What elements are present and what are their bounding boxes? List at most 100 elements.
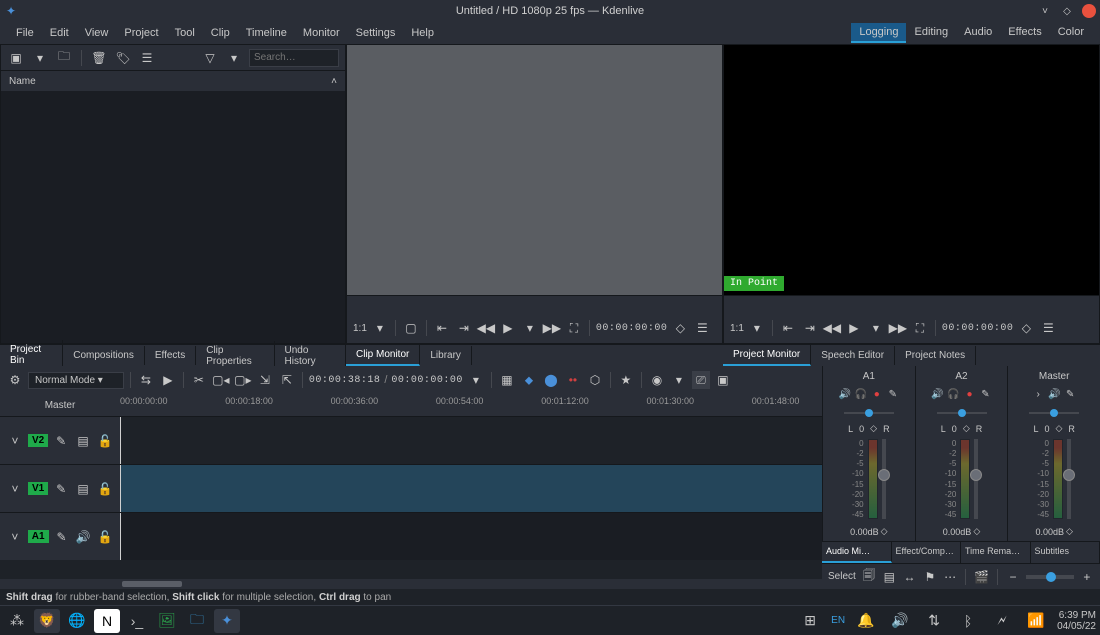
speaker-icon[interactable]: 🔊 bbox=[74, 528, 92, 546]
project-rewind-start-button[interactable]: ⇤ bbox=[779, 319, 797, 337]
solo-icon[interactable]: 🎧 bbox=[855, 388, 867, 400]
menu-timeline[interactable]: Timeline bbox=[238, 24, 295, 42]
mute-icon[interactable]: 🔊 bbox=[1048, 388, 1060, 400]
tray-language[interactable]: EN bbox=[831, 615, 845, 626]
favorite-button[interactable]: ★ bbox=[617, 371, 635, 389]
menu-settings[interactable]: Settings bbox=[348, 24, 404, 42]
clip-forward-end-button[interactable]: ⇥ bbox=[455, 319, 473, 337]
track-v2[interactable]: ˅ V2 ✎ ▤ 🔓 bbox=[0, 416, 822, 464]
menu-project[interactable]: Project bbox=[116, 24, 166, 42]
render-button[interactable]: 🎬 bbox=[974, 568, 989, 586]
insert-button[interactable]: ▢◂ bbox=[212, 371, 230, 389]
clip-monitor-ruler[interactable] bbox=[347, 295, 722, 313]
taskbar-brave-icon[interactable]: 🦁 bbox=[34, 609, 60, 633]
menu-file[interactable]: File bbox=[8, 24, 42, 42]
tab-subtitles[interactable]: Subtitles bbox=[1031, 542, 1100, 563]
mute-icon[interactable]: 🔊 bbox=[932, 388, 944, 400]
tray-volume-icon[interactable]: 🔊 bbox=[887, 609, 913, 633]
db-readout[interactable]: 0.00dB bbox=[943, 527, 972, 537]
volume-fader[interactable] bbox=[974, 439, 978, 519]
start-menu-button[interactable]: ⁂ bbox=[4, 609, 30, 633]
fx-icon[interactable]: ✎ bbox=[980, 388, 992, 400]
project-monitor-ruler[interactable] bbox=[724, 295, 1099, 313]
mute-icon[interactable]: ▤ bbox=[74, 432, 92, 450]
project-zoom-ratio[interactable]: 1:1 bbox=[730, 323, 744, 334]
tab-audio-mixer[interactable]: Audio Mi… bbox=[822, 542, 892, 563]
list-options-button[interactable]: ☰ bbox=[138, 49, 156, 67]
effects-icon[interactable]: ✎ bbox=[52, 480, 70, 498]
db-readout[interactable]: 0.00dB bbox=[850, 527, 879, 537]
select-tool-5[interactable]: ⋯ bbox=[943, 568, 957, 586]
volume-fader[interactable] bbox=[1067, 439, 1071, 519]
tray-clock[interactable]: 6:39 PM 04/05/22 bbox=[1057, 610, 1096, 632]
master-track-label[interactable]: Master bbox=[0, 394, 120, 416]
tab-time-remap[interactable]: Time Rema… bbox=[961, 542, 1031, 563]
layout-logging[interactable]: Logging bbox=[851, 23, 906, 43]
project-forward-end-button[interactable]: ⇥ bbox=[801, 319, 819, 337]
tab-clip-monitor[interactable]: Clip Monitor bbox=[346, 345, 420, 366]
taskbar-chrome-icon[interactable]: 🌐 bbox=[64, 609, 90, 633]
expand-icon[interactable]: › bbox=[1032, 388, 1044, 400]
db-readout[interactable]: 0.00dB bbox=[1035, 527, 1064, 537]
effects-icon[interactable]: ✎ bbox=[53, 528, 71, 546]
clip-play-button[interactable]: ▶ bbox=[499, 319, 517, 337]
clip-timecode[interactable]: 00:00:00:00 bbox=[596, 323, 668, 334]
tab-speech-editor[interactable]: Speech Editor bbox=[811, 346, 895, 365]
marker-2-button[interactable]: ⬥ bbox=[520, 371, 538, 389]
taskbar-terminal-icon[interactable]: ›_ bbox=[124, 609, 150, 633]
tab-project-notes[interactable]: Project Notes bbox=[895, 346, 976, 365]
tab-project-monitor[interactable]: Project Monitor bbox=[723, 345, 811, 366]
mixer-toggle-button[interactable]: ⎚ bbox=[692, 371, 710, 389]
taskbar-kdenlive-icon[interactable]: ✦ bbox=[214, 609, 240, 633]
bin-body[interactable] bbox=[1, 91, 345, 343]
select-tool-2[interactable]: ▤ bbox=[882, 568, 896, 586]
clip-options-button[interactable]: ☰ bbox=[693, 319, 711, 337]
tag-button[interactable]: 🏷 bbox=[114, 49, 132, 67]
lock-icon[interactable]: 🔓 bbox=[96, 480, 114, 498]
record-dropdown-icon[interactable]: ▾ bbox=[670, 371, 688, 389]
tray-wifi-icon[interactable]: 📶 bbox=[1023, 609, 1049, 633]
volume-fader[interactable] bbox=[882, 439, 886, 519]
menu-help[interactable]: Help bbox=[403, 24, 442, 42]
tray-bluetooth-icon[interactable]: ᛒ bbox=[955, 609, 981, 633]
project-rewind-button[interactable]: ◀◀ bbox=[823, 319, 841, 337]
minimize-button[interactable]: ˅ bbox=[1038, 4, 1052, 18]
timeline-play-button[interactable]: ▶ bbox=[159, 371, 177, 389]
playhead[interactable] bbox=[120, 417, 121, 464]
clip-rewind-start-button[interactable]: ⇤ bbox=[433, 319, 451, 337]
menu-clip[interactable]: Clip bbox=[203, 24, 238, 42]
timeline-extra-button[interactable]: ▣ bbox=[714, 371, 732, 389]
add-clip-button[interactable]: ▣ bbox=[7, 49, 25, 67]
filter-button[interactable]: ▽ bbox=[201, 49, 219, 67]
balance-slider[interactable] bbox=[844, 407, 894, 419]
overwrite-button[interactable]: ▢▸ bbox=[234, 371, 252, 389]
add-clip-dropdown-icon[interactable]: ▾ bbox=[31, 49, 49, 67]
select-tool-4[interactable]: ⚑ bbox=[923, 568, 937, 586]
select-tool-1[interactable]: 🗐 bbox=[862, 568, 876, 586]
fx-icon[interactable]: ✎ bbox=[887, 388, 899, 400]
lock-icon[interactable]: 🔓 bbox=[96, 528, 114, 546]
zoom-out-button[interactable]: − bbox=[1006, 568, 1020, 586]
taskbar-notion-icon[interactable]: N bbox=[94, 609, 120, 633]
lock-icon[interactable]: 🔓 bbox=[96, 432, 114, 450]
record-icon[interactable]: ● bbox=[964, 388, 976, 400]
taskbar-image-icon[interactable]: 🖼 bbox=[154, 609, 180, 633]
project-play-dropdown-icon[interactable]: ▾ bbox=[867, 319, 885, 337]
clip-zoom-dropdown-icon[interactable]: ▾ bbox=[371, 319, 389, 337]
track-label-v1[interactable]: V1 bbox=[28, 482, 48, 495]
clip-zoom-ratio[interactable]: 1:1 bbox=[353, 323, 367, 334]
project-fastforward-button[interactable]: ▶▶ bbox=[889, 319, 907, 337]
track-label-v2[interactable]: V2 bbox=[28, 434, 48, 447]
marker-1-button[interactable]: ▦ bbox=[498, 371, 516, 389]
select-tool-3[interactable]: ↔ bbox=[902, 568, 916, 586]
fx-icon[interactable]: ✎ bbox=[1064, 388, 1076, 400]
timeline-scrollbar[interactable] bbox=[0, 579, 822, 589]
clip-rewind-button[interactable]: ◀◀ bbox=[477, 319, 495, 337]
timeline-position[interactable]: 00:00:38:18 bbox=[309, 375, 381, 386]
delete-clip-button[interactable]: 🗑 bbox=[90, 49, 108, 67]
project-play-button[interactable]: ▶ bbox=[845, 319, 863, 337]
tab-compositions[interactable]: Compositions bbox=[63, 346, 145, 365]
mute-icon[interactable]: 🔊 bbox=[839, 388, 851, 400]
layout-effects[interactable]: Effects bbox=[1000, 23, 1049, 43]
clip-fullscreen-button[interactable]: ⛶ bbox=[565, 319, 583, 337]
